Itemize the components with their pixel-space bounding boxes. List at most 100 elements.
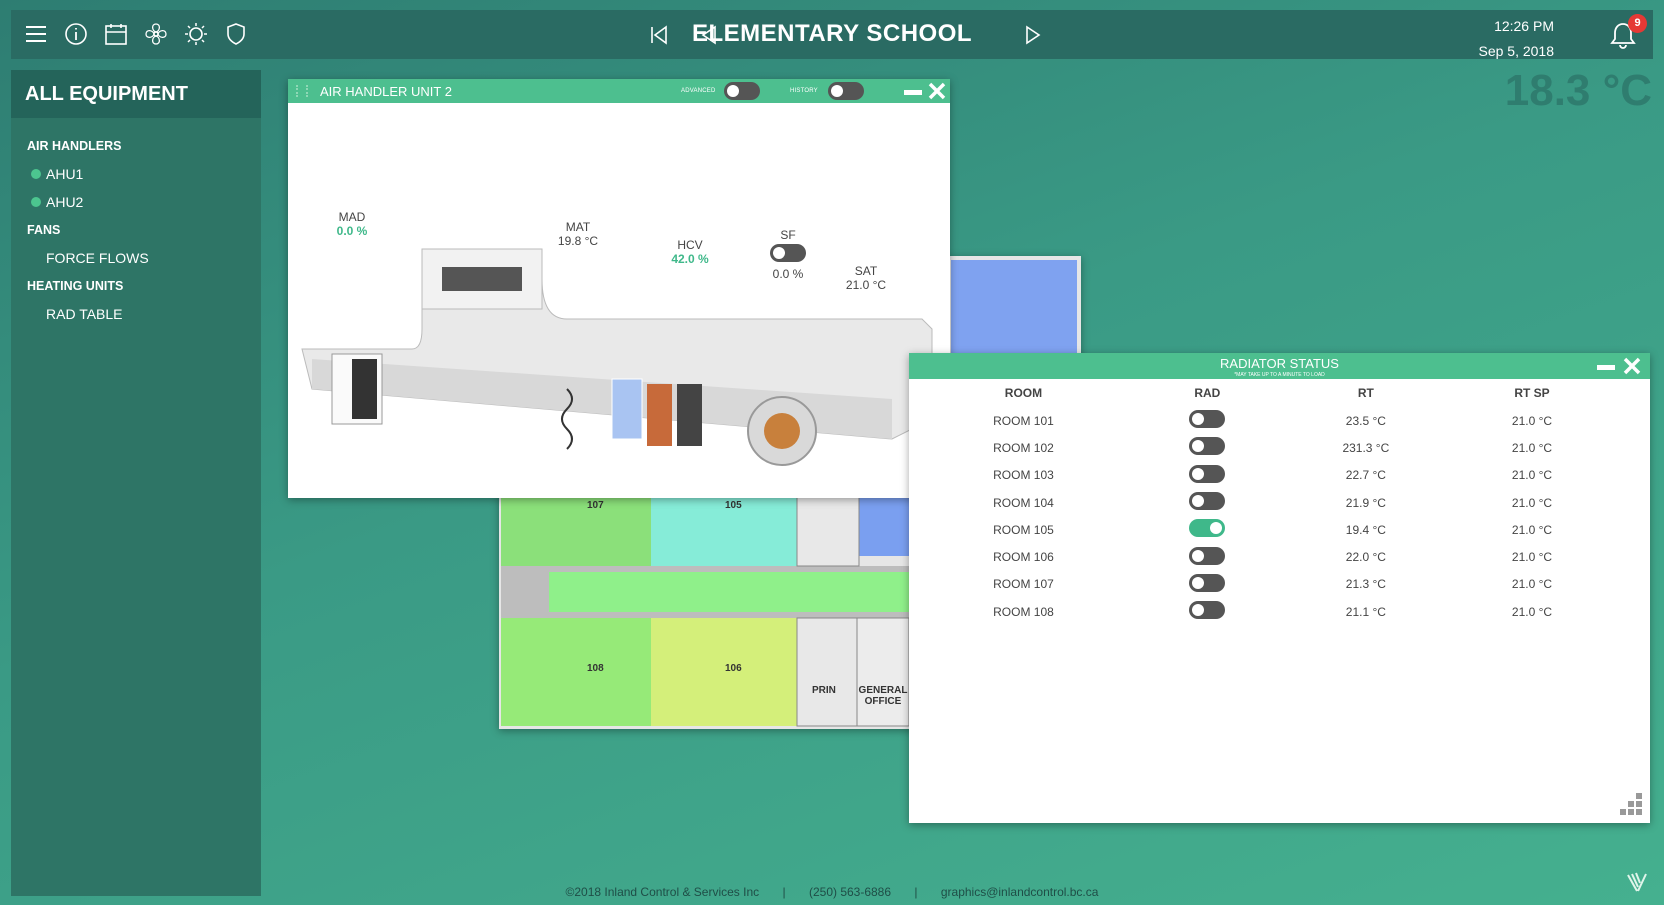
rad-cell: [1138, 543, 1277, 570]
sidebar-item-label: RAD TABLE: [46, 306, 123, 322]
ahu-window: AIR HANDLER UNIT 2 ADVANCED HISTORY MAD …: [288, 79, 950, 498]
rad-toggle[interactable]: [1189, 410, 1226, 429]
fan-icon[interactable]: [144, 22, 168, 46]
rad-toggle[interactable]: [1189, 519, 1226, 538]
sidebar-item-ahu1[interactable]: AHU1: [11, 160, 261, 188]
close-icon[interactable]: [1622, 356, 1642, 376]
table-row: ROOM 101 23.5 °C 21.0 °C: [909, 407, 1609, 434]
advanced-toggle[interactable]: [724, 82, 760, 100]
radiator-table-body: ROOM 101 23.5 °C 21.0 °C ROOM 102 231.3 °C 21…: [909, 407, 1609, 625]
rad-cell: [1138, 598, 1277, 625]
rt-value: 22.7 °C: [1345, 468, 1386, 483]
table-row: ROOM 107 21.3 °C 21.0 °C: [909, 571, 1609, 598]
sat-point[interactable]: SAT 21.0 °C: [826, 264, 906, 292]
date-text: Sep 5, 2018: [1478, 43, 1554, 59]
minimize-button[interactable]: [904, 90, 922, 95]
room-label-office: OFFICE: [864, 696, 902, 707]
column-header-room: ROOM: [1004, 386, 1043, 400]
room-name: ROOM 106: [993, 550, 1054, 565]
status-dot: [31, 197, 41, 207]
rt-sp-value: 21.0 °C: [1511, 522, 1553, 537]
history-toggle[interactable]: [828, 82, 864, 100]
rad-toggle[interactable]: [1189, 601, 1226, 620]
room-name: ROOM 107: [993, 577, 1054, 592]
radiator-window-header[interactable]: RADIATOR STATUS *MAY TAKE UP TO A MINUTE…: [909, 353, 1650, 379]
table-row: ROOM 108 21.1 °C 21.0 °C: [909, 598, 1609, 625]
menu-icon[interactable]: [24, 22, 48, 46]
rt-value: 21.3 °C: [1345, 577, 1386, 592]
sidebar-item-force-flows[interactable]: FORCE FLOWS: [11, 244, 261, 272]
sat-value: 21.0 °C: [845, 278, 887, 292]
sidebar-item-label: AHU2: [46, 194, 84, 210]
footer-separator: |: [914, 885, 918, 899]
rt-sp-value: 21.0 °C: [1511, 468, 1553, 483]
brand-logo-icon: [1626, 871, 1648, 893]
table-row: ROOM 106 22.0 °C 21.0 °C: [909, 543, 1609, 570]
advanced-label: ADVANCED: [681, 88, 716, 94]
top-bar: [11, 10, 1653, 59]
rad-toggle[interactable]: [1189, 492, 1226, 511]
rad-cell: [1138, 462, 1277, 489]
room-label-prin[interactable]: PRIN: [812, 685, 836, 696]
radiator-window: RADIATOR STATUS *MAY TAKE UP TO A MINUTE…: [909, 353, 1650, 823]
room-label-106[interactable]: 106: [725, 663, 742, 674]
mat-point[interactable]: MAT 19.8 °C: [538, 220, 618, 248]
next-icon[interactable]: [1022, 24, 1044, 46]
close-icon[interactable]: [927, 81, 947, 101]
calendar-icon[interactable]: [104, 22, 128, 46]
notification-badge[interactable]: 9: [1628, 14, 1647, 33]
sf-label: SF: [780, 228, 796, 242]
room-name: ROOM 104: [993, 495, 1054, 510]
ahu-window-header[interactable]: AIR HANDLER UNIT 2 ADVANCED HISTORY: [288, 79, 950, 103]
drag-handle-icon[interactable]: [296, 85, 308, 97]
rad-cell: [1138, 571, 1277, 598]
room-label-general-office[interactable]: GENERAL OFFICE: [857, 685, 909, 707]
mad-point[interactable]: MAD 0.0 %: [312, 210, 392, 238]
rad-cell: [1138, 434, 1277, 461]
footer: ©2018 Inland Control & Services Inc | (2…: [0, 885, 1664, 899]
room-name: ROOM 101: [993, 413, 1054, 428]
rad-toggle[interactable]: [1189, 464, 1226, 483]
sidebar-section-fans: FANS: [27, 223, 61, 237]
radiator-window-title: RADIATOR STATUS: [1220, 356, 1339, 371]
resize-grip-icon[interactable]: [1614, 789, 1644, 819]
sidebar-item-ahu2[interactable]: AHU2: [11, 188, 261, 216]
skip-first-icon[interactable]: [648, 24, 670, 46]
rt-value: 23.5 °C: [1345, 413, 1386, 428]
time-text: 12:26 PM: [1494, 18, 1554, 34]
room-label-107[interactable]: 107: [587, 500, 604, 511]
room-name: ROOM 103: [993, 468, 1054, 483]
hcv-value: 42.0 %: [671, 252, 709, 266]
rt-value: 21.9 °C: [1345, 495, 1386, 510]
rad-toggle[interactable]: [1189, 573, 1226, 592]
ahu-window-title: AIR HANDLER UNIT 2: [320, 84, 452, 99]
email-link[interactable]: graphics@inlandcontrol.bc.ca: [941, 885, 1099, 899]
prev-icon[interactable]: [698, 24, 720, 46]
rad-toggle[interactable]: [1189, 546, 1226, 565]
sidebar-section-heating-units: HEATING UNITS: [27, 279, 124, 293]
sf-point[interactable]: SF 0.0 %: [748, 228, 828, 281]
sidebar-item-rad-table[interactable]: RAD TABLE: [11, 300, 261, 328]
shield-icon[interactable]: [224, 22, 248, 46]
sidebar-item-label: FORCE FLOWS: [46, 250, 149, 266]
sidebar-item-label: AHU1: [46, 166, 84, 182]
mad-value: 0.0 %: [336, 224, 368, 238]
info-icon[interactable]: [64, 22, 88, 46]
column-header-rt: RT: [1357, 386, 1374, 400]
hcv-point[interactable]: HCV 42.0 %: [650, 238, 730, 266]
table-row: ROOM 103 22.7 °C 21.0 °C: [909, 462, 1609, 489]
room-label-105[interactable]: 105: [725, 500, 742, 511]
sf-toggle[interactable]: [770, 244, 806, 262]
rt-value: 19.4 °C: [1345, 522, 1386, 537]
rad-cell: [1138, 516, 1277, 543]
rt-value: 21.1 °C: [1345, 604, 1386, 619]
minimize-button[interactable]: [1597, 365, 1615, 370]
history-label: HISTORY: [790, 88, 818, 94]
rad-toggle[interactable]: [1189, 437, 1226, 456]
sun-icon[interactable]: [184, 22, 208, 46]
table-row: ROOM 105 19.4 °C 21.0 °C: [909, 516, 1609, 543]
copyright-text: ©2018 Inland Control & Services Inc: [565, 885, 760, 899]
room-label-108[interactable]: 108: [587, 663, 604, 674]
phone-text: (250) 563-6886: [808, 885, 892, 899]
status-dot: [31, 169, 41, 179]
